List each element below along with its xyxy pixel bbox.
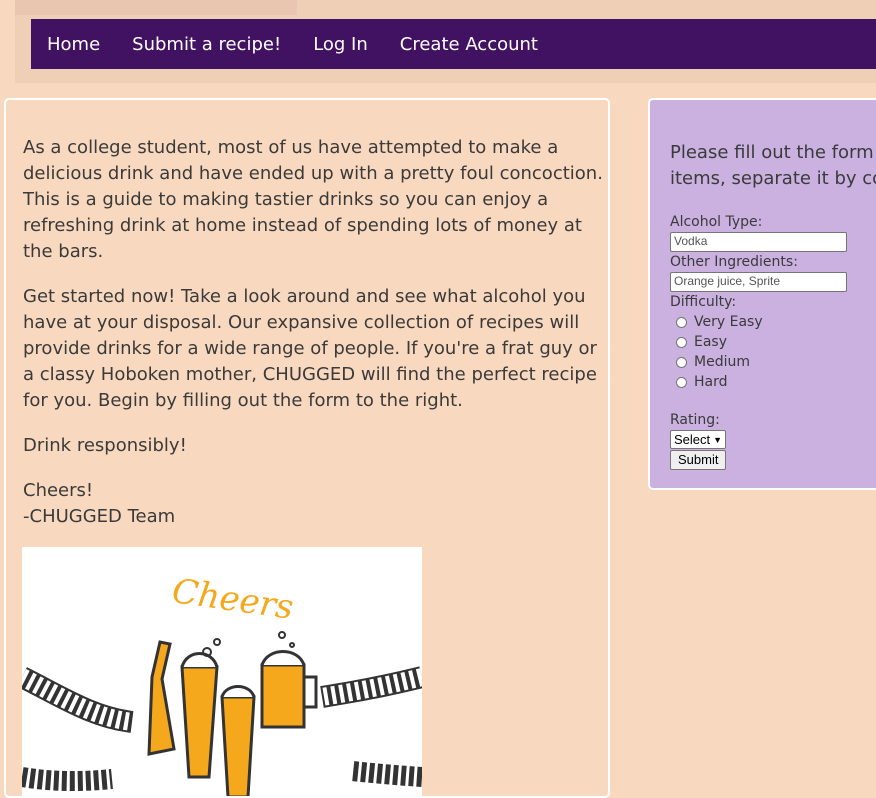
chevron-down-icon: ▼	[713, 434, 723, 445]
cheers-illustration-svg: Cheers	[17, 571, 425, 796]
radio-button[interactable]	[676, 316, 687, 328]
difficulty-option-easy[interactable]: Easy	[670, 332, 847, 352]
rating-label: Rating:	[670, 412, 720, 428]
navbar: Home Submit a recipe! Log In Create Acco…	[31, 19, 876, 69]
nav-submit-recipe[interactable]: Submit a recipe!	[132, 34, 281, 55]
signature: Cheers! -CHUGGED Team	[23, 478, 603, 530]
difficulty-option-very-easy[interactable]: Very Easy	[670, 312, 847, 332]
form-intro: Please fill out the form items, separate…	[670, 140, 876, 192]
recipe-form-panel: Please fill out the form items, separate…	[648, 98, 876, 490]
difficulty-option-label: Easy	[694, 334, 728, 350]
radio-button[interactable]	[676, 376, 687, 388]
signature-cheers: Cheers!	[23, 480, 94, 501]
difficulty-option-hard[interactable]: Hard	[670, 372, 847, 392]
main-panel: As a college student, most of us have at…	[4, 98, 610, 798]
rating-select[interactable]: Select ▼	[670, 430, 727, 449]
cheers-logo-text: Cheers	[170, 571, 296, 628]
radio-button[interactable]	[676, 356, 687, 368]
difficulty-option-label: Hard	[694, 374, 728, 390]
drink-responsibly-text: Drink responsibly!	[23, 435, 187, 456]
radio-button[interactable]	[676, 336, 687, 348]
difficulty-option-label: Medium	[694, 354, 750, 370]
difficulty-option-medium[interactable]: Medium	[670, 352, 847, 372]
intro-paragraph: As a college student, most of us have at…	[23, 137, 603, 262]
nav-home[interactable]: Home	[47, 34, 100, 55]
difficulty-option-label: Very Easy	[694, 314, 763, 330]
form-intro-line1: Please fill out the form	[670, 142, 874, 163]
get-started-paragraph: Get started now! Take a look around and …	[23, 286, 597, 411]
alcohol-type-label: Alcohol Type:	[670, 214, 763, 230]
nav-create-account[interactable]: Create Account	[400, 34, 538, 55]
alcohol-type-input[interactable]: Vodka	[670, 232, 847, 252]
form-intro-line2: items, separate it by co	[670, 168, 876, 189]
submit-button[interactable]: Submit	[670, 450, 727, 470]
nav-login[interactable]: Log In	[313, 34, 368, 55]
intro-text: As a college student, most of us have at…	[23, 135, 603, 549]
recipe-form: Alcohol Type: Vodka Other Ingredients: O…	[670, 212, 847, 470]
signature-team: -CHUGGED Team	[23, 506, 176, 527]
difficulty-label: Difficulty:	[670, 294, 737, 310]
other-ingredients-input[interactable]: Orange juice, Sprite	[670, 272, 847, 292]
other-ingredients-label: Other Ingredients:	[670, 254, 798, 270]
header-tab	[15, 0, 297, 15]
rating-select-value: Select	[674, 432, 711, 447]
cheers-illustration: Cheers	[17, 547, 425, 796]
